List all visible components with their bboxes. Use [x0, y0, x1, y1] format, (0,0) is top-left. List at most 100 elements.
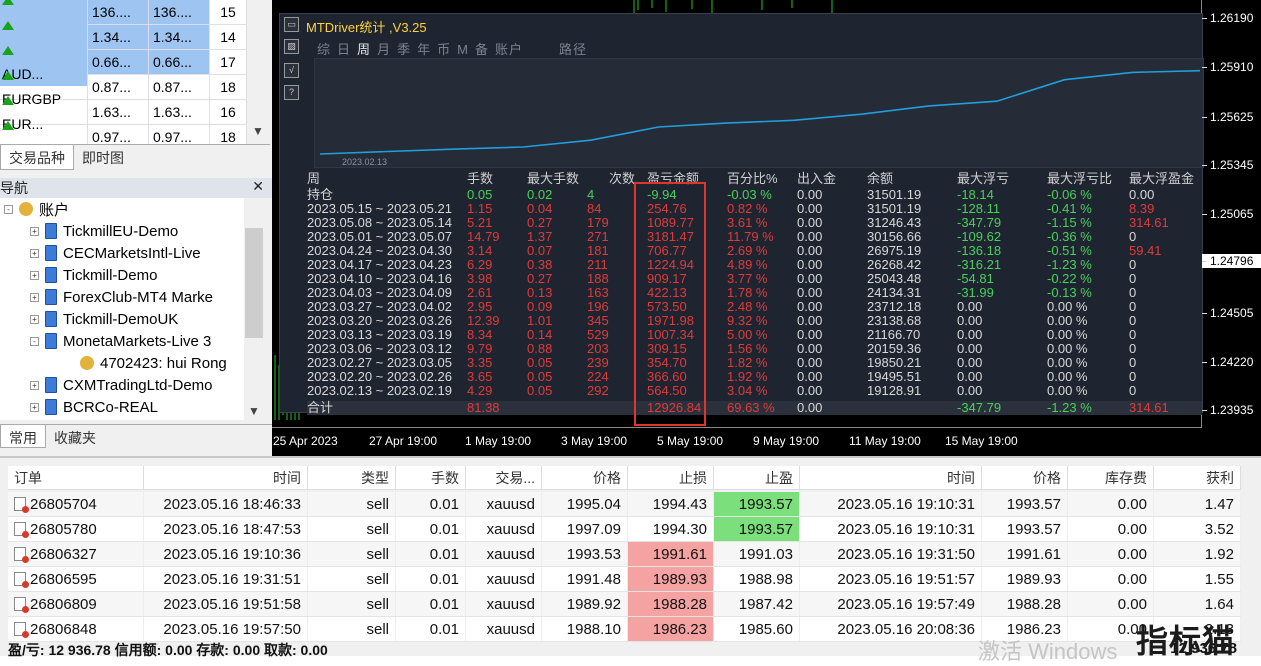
order-row[interactable]: 26806809 2023.05.16 19:51:58 sell 0.01 xauus… — [8, 592, 1241, 617]
period-tab[interactable]: 币 — [437, 42, 451, 57]
close-icon[interactable]: ✕ — [252, 178, 264, 195]
watchlist-row[interactable]: EURCHF0.97...0.97...18 — [0, 121, 246, 144]
order-value: 0.01 — [429, 621, 459, 638]
stats-row: 2023.04.17 ~ 2023.04.23 6.29 0.38 211 1224.9… — [307, 258, 1202, 272]
column-header[interactable]: 价格 — [542, 466, 628, 489]
order-value: 26806809 — [30, 596, 97, 613]
check-icon[interactable]: √ — [284, 63, 299, 78]
chart-plot-area[interactable]: MTDriver统计 ,V3.25 ▭ ▨ √ ? 综日周月季年币 M 备账户 路径 … — [272, 0, 1204, 428]
period-tab[interactable]: 账户 — [495, 42, 523, 57]
symbol-cell[interactable]: EURCHF — [0, 113, 87, 144]
account-item[interactable]: + Tickmill-Demo — [0, 264, 244, 286]
period-tab[interactable]: 日 — [337, 42, 351, 57]
period-tab[interactable]: 季 — [397, 42, 411, 57]
order-value: 1993.57 — [738, 496, 793, 513]
period-tab[interactable]: 综 — [317, 42, 331, 57]
stats-total-cell: -347.79 — [957, 400, 1002, 415]
navigator-scrollbar[interactable]: ▼ — [244, 198, 272, 420]
stats-cell: 2023.05.08 ~ 2023.05.14 — [307, 215, 452, 230]
column-header[interactable]: 止损 — [628, 466, 714, 489]
period-tab[interactable]: 路径 — [559, 42, 587, 57]
column-header[interactable]: 价格 — [982, 466, 1068, 489]
scroll-down-icon[interactable]: ▼ — [252, 124, 264, 138]
stats-cell: 19850.21 — [867, 355, 922, 370]
market-watch-scrollbar[interactable]: ▼ — [246, 0, 270, 144]
expand-icon[interactable]: + — [30, 314, 39, 324]
account-item[interactable]: + CXMTradingLtd-Demo — [0, 374, 244, 396]
order-row[interactable]: 26806327 2023.05.16 19:10:36 sell 0.01 xauus… — [8, 542, 1241, 567]
tab-favorites[interactable]: 收藏夹 — [46, 425, 104, 448]
scroll-down-icon[interactable]: ▼ — [248, 404, 260, 418]
collapse-icon[interactable]: - — [4, 204, 13, 214]
stats-row: 2023.03.06 ~ 2023.03.12 9.79 0.88 203 309.15… — [307, 342, 1202, 356]
column-header[interactable]: 时间 — [800, 466, 982, 489]
expand-icon[interactable]: + — [30, 226, 39, 236]
tab-symbols[interactable]: 交易品种 — [0, 145, 74, 170]
account-item[interactable]: + TickmillEU-Demo — [0, 220, 244, 242]
expand-icon[interactable]: + — [30, 292, 39, 302]
order-value: 2023.05.16 19:51:58 — [163, 596, 301, 613]
price-chart[interactable]: MTDriver统计 ,V3.25 ▭ ▨ √ ? 综日周月季年币 M 备账户 路径 … — [272, 0, 1261, 456]
expand-icon[interactable]: + — [30, 270, 39, 280]
order-row[interactable]: 26806595 2023.05.16 19:31:51 sell 0.01 xauus… — [8, 567, 1241, 592]
scroll-thumb[interactable] — [245, 228, 263, 338]
column-header[interactable]: 订单 — [8, 466, 144, 489]
up-arrow-icon — [2, 46, 14, 55]
stats-cell: 8.39 — [1129, 201, 1155, 216]
period-tab[interactable]: 年 — [417, 42, 431, 57]
column-header[interactable]: 时间 — [144, 466, 308, 489]
tree-root[interactable]: - 账户 — [0, 198, 244, 220]
stats-cell: 2.95 — [467, 299, 493, 314]
order-cell: 1989.92 — [542, 592, 628, 616]
account-item[interactable]: + CECMarketsIntl-Live — [0, 242, 244, 264]
order-cell: 2023.05.16 19:51:58 — [144, 592, 308, 616]
stats-cell: 292 — [587, 383, 609, 398]
period-tab[interactable]: 月 — [377, 42, 391, 57]
help-icon[interactable]: ? — [284, 85, 299, 100]
column-header[interactable]: 止盈 — [714, 466, 800, 489]
tab-tick-chart[interactable]: 即时图 — [74, 145, 132, 170]
orders-scrollbar[interactable] — [1243, 460, 1261, 640]
stats-row: 2023.03.20 ~ 2023.03.26 12.39 1.01 345 1971.… — [307, 314, 1202, 328]
order-cell: 1993.53 — [542, 542, 628, 566]
account-item[interactable]: + ForexClub-MT4 Marke — [0, 286, 244, 308]
order-value: xauusd — [486, 621, 535, 638]
tab-common[interactable]: 常用 — [0, 425, 46, 448]
collapse-icon[interactable]: - — [30, 336, 39, 346]
expand-icon[interactable]: + — [30, 380, 39, 390]
stats-cell: 0.00 — [797, 257, 823, 272]
stats-cell: 0 — [1129, 257, 1137, 272]
account-item[interactable]: - MonetaMarkets-Live 3 — [0, 330, 244, 352]
column-header[interactable]: 库存费 — [1068, 466, 1154, 489]
order-row[interactable]: 26805780 2023.05.16 18:47:53 sell 0.01 xauus… — [8, 517, 1241, 542]
price-tick: 1.24505 — [1202, 306, 1261, 320]
column-header[interactable]: 获利 — [1154, 466, 1241, 489]
stats-cell: 2.61 — [467, 285, 493, 300]
column-header[interactable]: 交易... — [466, 466, 542, 489]
stats-cell: 20159.36 — [867, 341, 922, 356]
stats-cell: 1.92 % — [727, 369, 768, 384]
period-tab[interactable]: 周 — [357, 42, 371, 57]
column-header[interactable]: 手数 — [396, 466, 466, 489]
order-value: 1.47 — [1204, 496, 1234, 513]
column-header[interactable]: 类型 — [308, 466, 396, 489]
stats-cell: 84 — [587, 201, 602, 216]
minimize-icon[interactable]: ▭ — [284, 17, 299, 32]
account-sub-item[interactable]: 4702423: hui Rong — [0, 352, 244, 374]
period-tab[interactable]: M — [457, 42, 469, 57]
stats-cell: 19128.91 — [867, 383, 922, 398]
account-item[interactable]: + Tickmill-DemoUK — [0, 308, 244, 330]
order-row[interactable]: 26805704 2023.05.16 18:46:33 sell 0.01 xauus… — [8, 492, 1241, 517]
stats-cell: 0.00 % — [1047, 355, 1088, 370]
grid-icon[interactable]: ▨ — [284, 39, 299, 54]
order-cell: 1985.60 — [714, 617, 800, 641]
expand-icon[interactable]: + — [30, 248, 39, 258]
spread-cell: 18 — [209, 75, 246, 99]
server-icon — [45, 267, 57, 283]
expand-icon[interactable]: + — [30, 402, 39, 412]
order-cell: 1991.48 — [542, 567, 628, 591]
order-cell: 26806848 — [8, 617, 144, 641]
account-item[interactable]: + BCRCo-REAL — [0, 396, 244, 418]
period-tab[interactable]: 备 — [475, 42, 489, 57]
account-label: ForexClub-MT4 Marke — [63, 288, 214, 306]
